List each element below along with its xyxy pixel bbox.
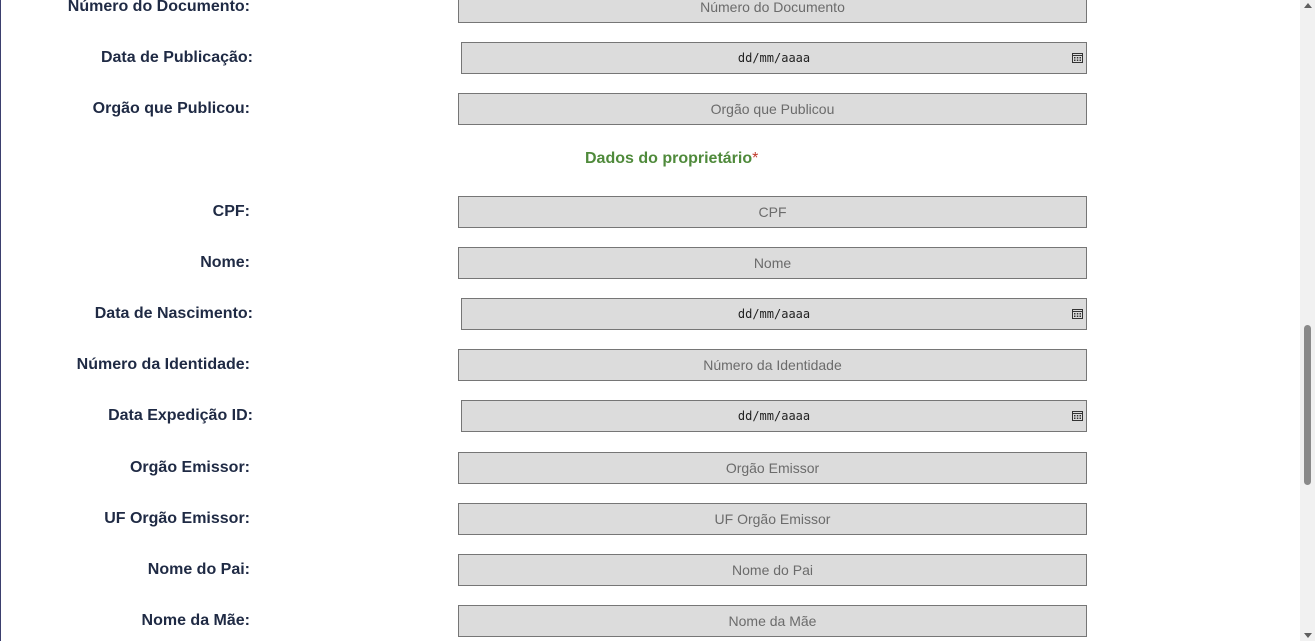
data-expedicao-input[interactable]: dd/mm/aaaa [461, 400, 1087, 432]
data-publicacao-input[interactable]: dd/mm/aaaa [461, 42, 1087, 74]
scroll-up-arrow-icon[interactable] [1304, 3, 1312, 8]
numero-documento-label: Número do Documento: [67, 0, 250, 15]
required-mark: * [752, 150, 759, 167]
row-data-publicacao: Data de Publicação: dd/mm/aaaa [0, 42, 1100, 74]
orgao-publicou-label: Orgão que Publicou: [92, 100, 250, 117]
section-title-dados-proprietario: Dados do proprietário* [585, 150, 758, 168]
orgao-emissor-input[interactable]: Orgão Emissor [458, 452, 1087, 484]
data-expedicao-label: Data Expedição ID: [108, 407, 253, 424]
uf-orgao-emissor-input[interactable]: UF Orgão Emissor [458, 503, 1087, 535]
numero-identidade-input[interactable]: Número da Identidade [458, 349, 1087, 381]
numero-identidade-label: Número da Identidade: [76, 356, 250, 373]
row-nome: Nome: Nome [0, 247, 1100, 279]
row-numero-documento: Número do Documento: Número do Documento [0, 0, 1100, 23]
nome-mae-input[interactable]: Nome da Mãe [458, 605, 1087, 637]
row-data-nascimento: Data de Nascimento: dd/mm/aaaa [0, 298, 1100, 330]
data-publicacao-label: Data de Publicação: [100, 49, 253, 66]
data-publicacao-placeholder: dd/mm/aaaa [737, 51, 811, 65]
row-uf-orgao-emissor: UF Orgão Emissor: UF Orgão Emissor [0, 503, 1100, 535]
numero-documento-input[interactable]: Número do Documento [458, 0, 1087, 23]
cpf-label: CPF: [212, 203, 250, 220]
nome-pai-label: Nome do Pai: [147, 561, 250, 578]
data-nascimento-placeholder: dd/mm/aaaa [737, 307, 811, 321]
nome-pai-input[interactable]: Nome do Pai [458, 554, 1087, 586]
calendar-icon[interactable] [1072, 52, 1083, 63]
orgao-publicou-input[interactable]: Orgão que Publicou [458, 93, 1087, 125]
data-nascimento-label: Data de Nascimento: [94, 305, 253, 322]
row-nome-mae: Nome da Mãe: Nome da Mãe [0, 605, 1100, 637]
calendar-icon[interactable] [1072, 410, 1083, 421]
orgao-emissor-label: Orgão Emissor: [129, 459, 250, 476]
nome-input[interactable]: Nome [458, 247, 1087, 279]
owner-form: Número do Documento: Número do Documento… [0, 0, 1300, 641]
nome-mae-label: Nome da Mãe: [141, 612, 250, 629]
row-nome-pai: Nome do Pai: Nome do Pai [0, 554, 1100, 586]
cpf-input[interactable]: CPF [458, 196, 1087, 228]
vertical-scrollbar[interactable] [1300, 0, 1315, 641]
uf-orgao-emissor-label: UF Orgão Emissor: [104, 510, 250, 527]
data-nascimento-input[interactable]: dd/mm/aaaa [461, 298, 1087, 330]
nome-label: Nome: [200, 254, 250, 271]
section-title-text: Dados do proprietário [585, 150, 753, 167]
calendar-icon[interactable] [1072, 308, 1083, 319]
row-data-expedicao: Data Expedição ID: dd/mm/aaaa [0, 400, 1100, 432]
scrollbar-thumb[interactable] [1304, 325, 1311, 485]
scroll-down-arrow-icon[interactable] [1304, 633, 1312, 638]
row-orgao-publicou: Orgão que Publicou: Orgão que Publicou [0, 93, 1100, 125]
row-cpf: CPF: CPF [0, 196, 1100, 228]
row-orgao-emissor: Orgão Emissor: Orgão Emissor [0, 452, 1100, 484]
row-numero-identidade: Número da Identidade: Número da Identida… [0, 349, 1100, 381]
data-expedicao-placeholder: dd/mm/aaaa [737, 409, 811, 423]
